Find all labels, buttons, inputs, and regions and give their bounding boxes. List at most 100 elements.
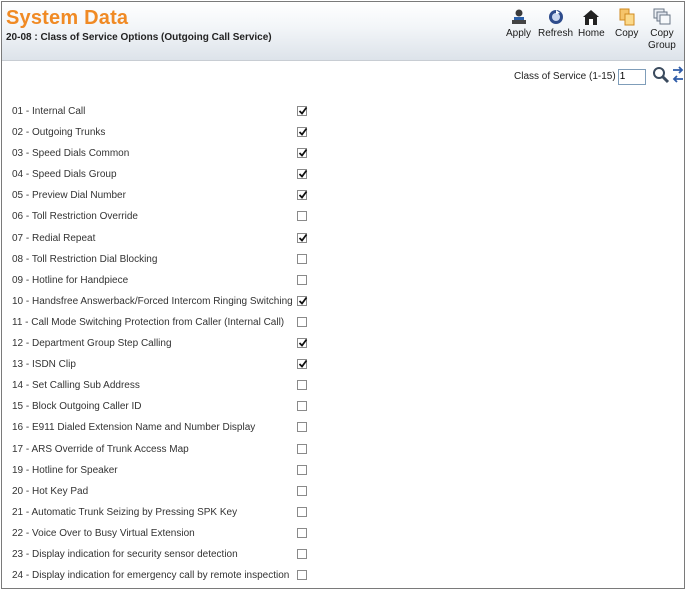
option-row: 10 - Handsfree Answerback/Forced Interco… (12, 291, 312, 312)
checkmark-icon (298, 106, 308, 115)
class-of-service-selector: Class of Service (1-15) (514, 66, 684, 87)
option-checkbox[interactable] (297, 274, 307, 285)
checkmark-icon (298, 233, 308, 242)
class-of-service-input[interactable] (617, 68, 646, 85)
option-checkbox[interactable] (297, 401, 307, 412)
copy-button[interactable]: Copy (615, 8, 638, 40)
copy-label: Copy (615, 28, 639, 39)
option-row: 19 - Hotline for Speaker (12, 460, 312, 481)
option-label: 07 - Redial Repeat (12, 232, 96, 244)
option-row: 07 - Redial Repeat (12, 228, 312, 249)
copy-group-label-2: Group (648, 40, 676, 51)
option-row: 16 - E911 Dialed Extension Name and Numb… (12, 417, 312, 438)
option-checkbox[interactable] (297, 253, 307, 264)
class-of-service-label: Class of Service (1-15) (514, 71, 616, 82)
option-row: 09 - Hotline for Handpiece (12, 270, 312, 291)
copy-icon (619, 8, 635, 26)
option-checkbox[interactable] (297, 106, 308, 116)
option-label: 06 - Toll Restriction Override (12, 211, 138, 223)
option-checkbox[interactable] (297, 443, 307, 454)
refresh-icon (548, 10, 563, 24)
checkmark-icon (298, 338, 308, 347)
option-checkbox[interactable] (297, 316, 307, 327)
option-row: 24 - Display indication for emergency ca… (12, 565, 312, 586)
option-checkbox[interactable] (297, 359, 308, 370)
apply-label: Apply (506, 28, 532, 39)
option-row: 06 - Toll Restriction Override (12, 206, 312, 227)
option-checkbox[interactable] (297, 464, 307, 475)
navigate-arrows-icon[interactable] (672, 66, 684, 87)
checkmark-icon (298, 170, 308, 179)
option-label: 01 - Internal Call (12, 106, 86, 117)
option-checkbox[interactable] (297, 570, 307, 581)
page-title: System Data (6, 7, 129, 29)
header-bar: System Data 20-08 : Class of Service Opt… (2, 2, 684, 61)
option-label: 20 - Hot Key Pad (12, 485, 89, 497)
option-label: 11 - Call Mode Switching Protection from… (12, 316, 285, 328)
option-row: 13 - ISDN Clip (12, 354, 312, 375)
option-row: 20 - Hot Key Pad (12, 481, 312, 502)
option-label: 13 - ISDN Clip (12, 359, 76, 371)
option-row: 02 - Outgoing Trunks (12, 122, 312, 143)
option-row: 08 - Toll Restriction Dial Blocking (12, 249, 312, 270)
option-checkbox[interactable] (297, 211, 307, 222)
option-label: 09 - Hotline for Handpiece (12, 274, 129, 286)
option-checkbox[interactable] (297, 127, 308, 138)
option-label: 23 - Display indication for security sen… (12, 548, 238, 560)
option-label: 21 - Automatic Trunk Seizing by Pressing… (12, 506, 238, 518)
option-checkbox[interactable] (297, 506, 307, 517)
option-label: 16 - E911 Dialed Extension Name and Numb… (12, 422, 256, 434)
option-row: 04 - Speed Dials Group (12, 164, 312, 185)
checkmark-icon (298, 149, 308, 158)
option-checkbox[interactable] (297, 338, 308, 349)
option-label: 05 - Preview Dial Number (12, 190, 126, 202)
option-checkbox[interactable] (297, 380, 307, 391)
copy-group-label-1: Copy (650, 28, 674, 39)
copy-group-button[interactable]: Copy Group (648, 8, 676, 52)
option-checkbox[interactable] (297, 527, 307, 538)
option-label: 10 - Handsfree Answerback/Forced Interco… (12, 295, 293, 307)
option-label: 19 - Hotline for Speaker (12, 464, 118, 476)
option-checkbox[interactable] (297, 548, 307, 559)
option-label: 22 - Voice Over to Busy Virtual Extensio… (12, 527, 195, 539)
options-list: 01 - Internal Call 02 - Outgoing Trunks 03… (12, 101, 312, 586)
option-row: 03 - Speed Dials Common (12, 143, 312, 164)
option-label: 02 - Outgoing Trunks (12, 127, 106, 139)
apply-icon (511, 9, 526, 24)
refresh-button[interactable]: Refresh (538, 8, 573, 40)
option-label: 15 - Block Outgoing Caller ID (12, 401, 142, 413)
option-row: 12 - Department Group Step Calling (12, 333, 312, 354)
option-row: 14 - Set Calling Sub Address (12, 375, 312, 396)
option-checkbox[interactable] (297, 232, 308, 243)
option-checkbox[interactable] (297, 148, 308, 159)
home-button[interactable]: Home (578, 8, 605, 40)
option-label: 08 - Toll Restriction Dial Blocking (12, 253, 158, 265)
checkmark-icon (298, 296, 308, 305)
option-row: 23 - Display indication for security sen… (12, 544, 312, 565)
option-row: 11 - Call Mode Switching Protection from… (12, 312, 312, 333)
option-label: 12 - Department Group Step Calling (12, 338, 172, 350)
option-label: 17 - ARS Override of Trunk Access Map (12, 443, 189, 455)
option-row: 21 - Automatic Trunk Seizing by Pressing… (12, 502, 312, 523)
option-checkbox[interactable] (297, 422, 307, 433)
refresh-label: Refresh (538, 28, 574, 39)
main-frame: System Data 20-08 : Class of Service Opt… (1, 1, 685, 589)
option-label: 03 - Speed Dials Common (12, 148, 130, 160)
option-row: 01 - Internal Call (12, 101, 312, 122)
checkmark-icon (298, 191, 308, 200)
option-checkbox[interactable] (297, 190, 308, 201)
search-icon[interactable] (652, 66, 670, 87)
home-label: Home (578, 28, 605, 39)
checkmark-icon (298, 128, 308, 136)
option-checkbox[interactable] (297, 485, 307, 496)
option-checkbox[interactable] (297, 169, 308, 180)
option-row: 22 - Voice Over to Busy Virtual Extensio… (12, 523, 312, 544)
apply-button[interactable]: Apply (506, 8, 531, 40)
copy-group-icon (653, 8, 671, 25)
option-row: 05 - Preview Dial Number (12, 185, 312, 206)
option-checkbox[interactable] (297, 295, 308, 306)
page-subtitle: 20-08 : Class of Service Options (Outgoi… (6, 32, 272, 43)
option-label: 24 - Display indication for emergency ca… (12, 570, 290, 582)
option-row: 15 - Block Outgoing Caller ID (12, 396, 312, 417)
option-label: 04 - Speed Dials Group (12, 169, 117, 181)
